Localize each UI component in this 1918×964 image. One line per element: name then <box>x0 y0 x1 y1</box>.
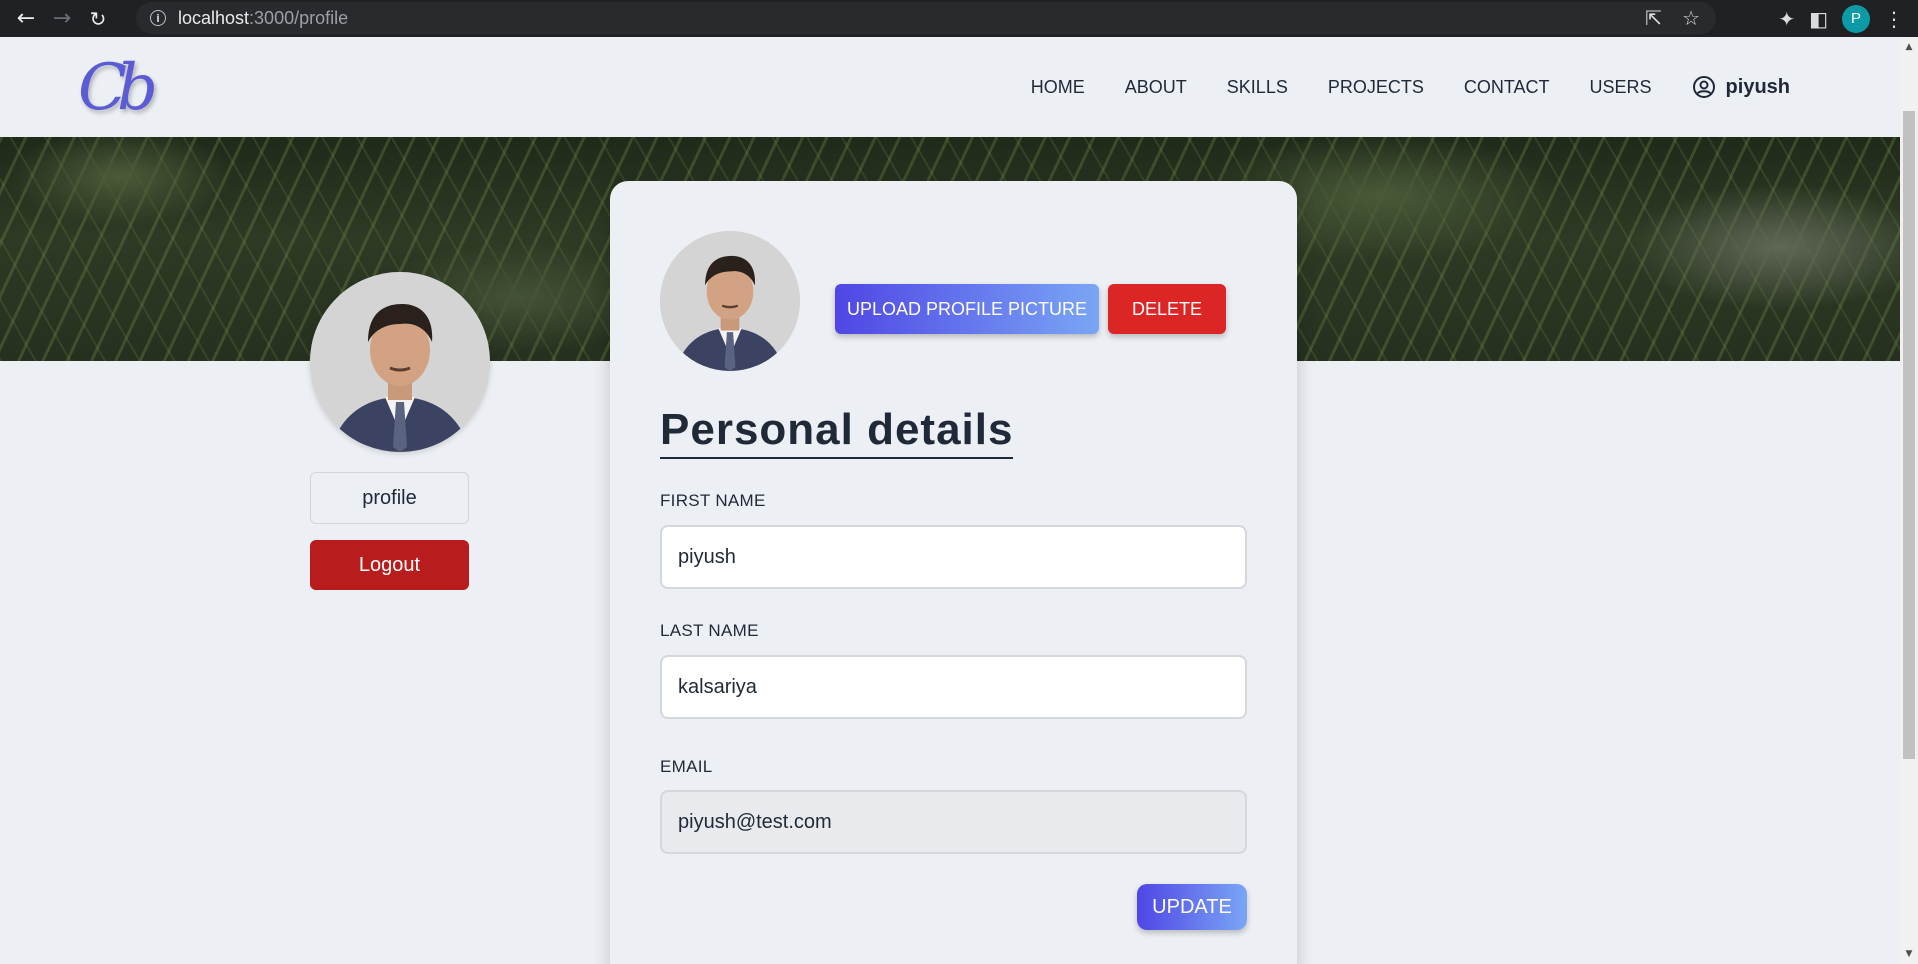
main-nav: HOME ABOUT SKILLS PROJECTS CONTACT USERS… <box>991 37 1790 137</box>
browser-profile-avatar[interactable]: P <box>1842 4 1870 33</box>
nav-about[interactable]: ABOUT <box>1125 77 1187 98</box>
scroll-up-arrow-icon[interactable]: ▲ <box>1900 39 1918 55</box>
browser-menu-icon[interactable]: ⋮ <box>1884 7 1904 31</box>
site-logo[interactable]: Cb <box>78 51 168 125</box>
last-name-input[interactable] <box>660 655 1247 719</box>
upload-profile-picture-button[interactable]: UPLOAD PROFILE PICTURE <box>835 284 1099 334</box>
reload-icon[interactable]: ↻ <box>80 0 116 37</box>
back-icon[interactable]: ← <box>8 0 44 37</box>
page-scrollbar[interactable]: ▲ ▼ <box>1900 37 1918 964</box>
logout-button[interactable]: Logout <box>310 540 469 590</box>
nav-home[interactable]: HOME <box>1031 77 1085 98</box>
address-bar[interactable]: i localhost:3000/profile ⇱ ☆ <box>136 2 1716 34</box>
sidebar-profile-button[interactable]: profile <box>310 472 469 524</box>
card-avatar <box>660 231 800 371</box>
nav-skills[interactable]: SKILLS <box>1227 77 1288 98</box>
first-name-label: FIRST NAME <box>660 491 766 510</box>
nav-user-name: piyush <box>1725 75 1790 98</box>
email-input[interactable] <box>660 790 1247 854</box>
email-label: EMAIL <box>660 757 713 776</box>
extensions-puzzle-icon[interactable]: ✦ <box>1778 7 1795 31</box>
first-name-input[interactable] <box>660 525 1247 589</box>
person-portrait-icon <box>660 231 800 371</box>
profile-card: UPLOAD PROFILE PICTURE DELETE Personal d… <box>610 181 1297 964</box>
info-icon[interactable]: i <box>150 10 166 26</box>
update-button[interactable]: UPDATE <box>1137 884 1247 930</box>
person-portrait-icon <box>310 272 490 452</box>
nav-users[interactable]: USERS <box>1590 77 1652 98</box>
scrollbar-thumb[interactable] <box>1903 111 1915 759</box>
side-panel-icon[interactable]: ◧ <box>1809 7 1828 31</box>
url-path: :3000/profile <box>249 7 349 28</box>
sidebar-avatar <box>310 272 490 452</box>
url-text: localhost:3000/profile <box>178 8 348 29</box>
forward-icon[interactable]: → <box>44 0 80 37</box>
url-host: localhost <box>178 7 250 28</box>
bookmark-star-icon[interactable]: ☆ <box>1682 6 1700 30</box>
nav-projects[interactable]: PROJECTS <box>1328 77 1424 98</box>
delete-picture-button[interactable]: DELETE <box>1108 284 1226 334</box>
user-circle-icon <box>1692 76 1715 98</box>
browser-toolbar: ← → ↻ i localhost:3000/profile ⇱ ☆ ✦ ◧ P… <box>0 0 1918 37</box>
scroll-down-arrow-icon[interactable]: ▼ <box>1900 946 1918 962</box>
nav-user-menu[interactable]: piyush <box>1692 75 1790 99</box>
section-title: Personal details <box>660 405 1014 459</box>
share-icon[interactable]: ⇱ <box>1645 6 1662 30</box>
site-header: Cb HOME ABOUT SKILLS PROJECTS CONTACT US… <box>0 37 1900 137</box>
last-name-label: LAST NAME <box>660 621 759 640</box>
nav-contact[interactable]: CONTACT <box>1464 77 1550 98</box>
